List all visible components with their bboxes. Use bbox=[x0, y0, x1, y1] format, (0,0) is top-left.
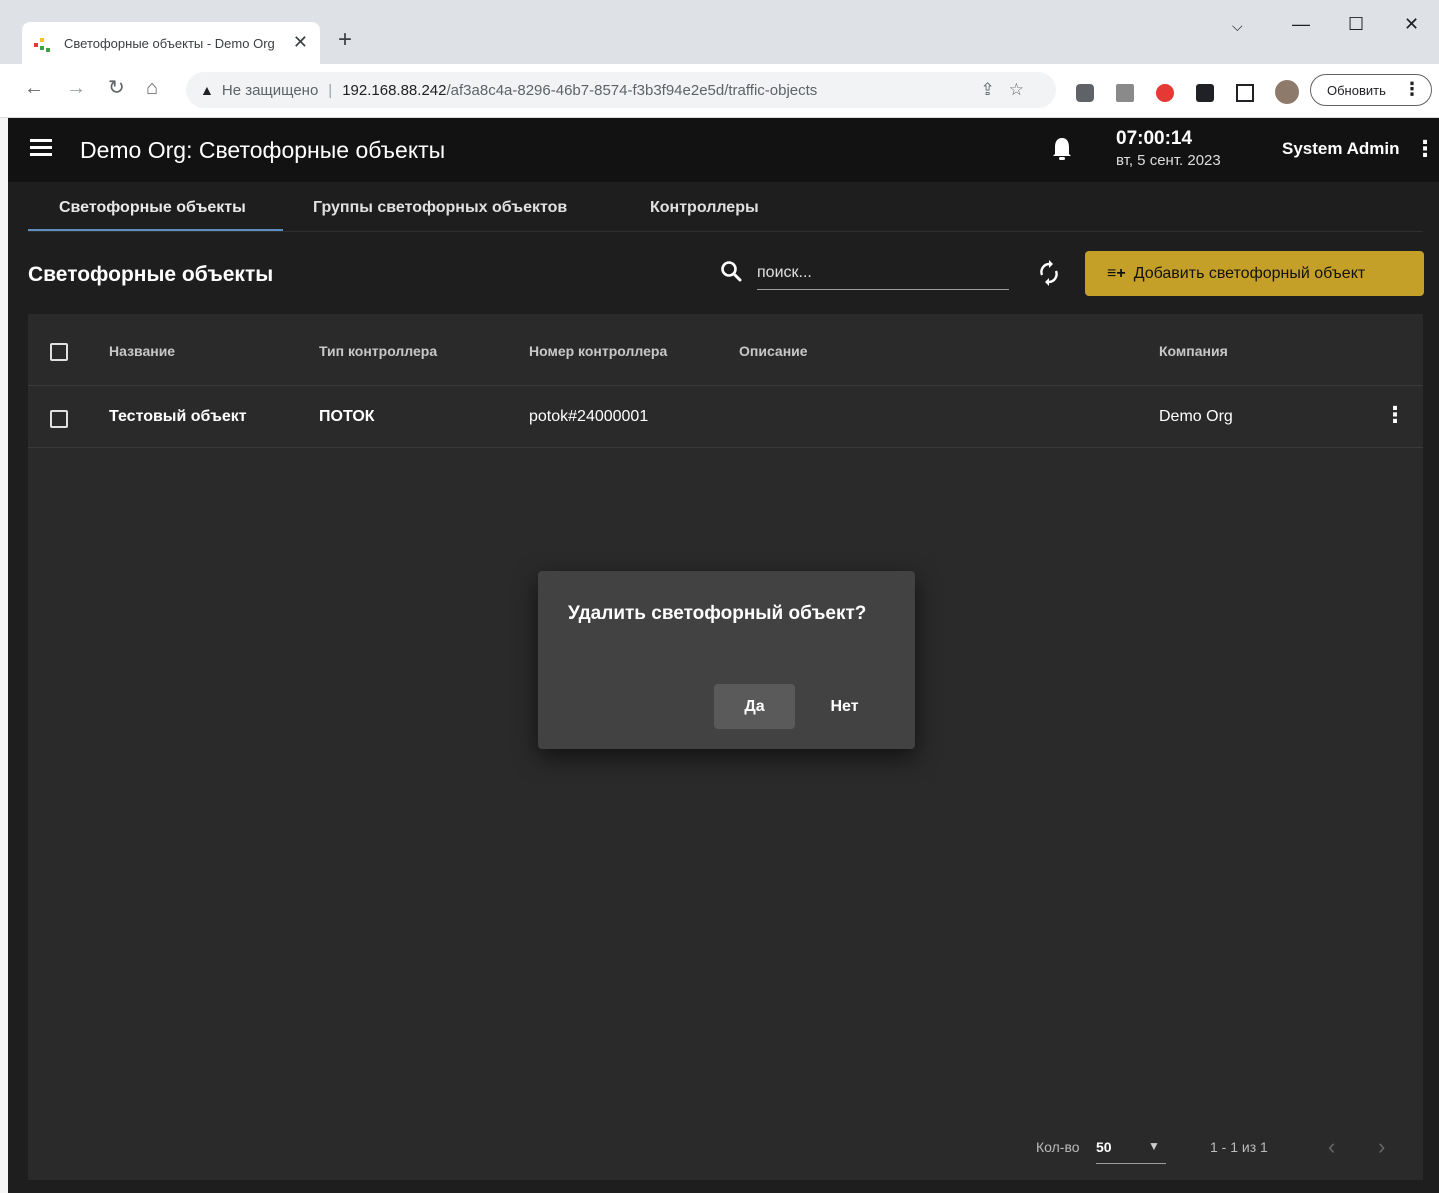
browser-toolbar: ← → ↻ ⌂ ▲ Не защищено | 192.168.88.242 /… bbox=[0, 64, 1439, 118]
update-browser-button[interactable]: Обновить ⋮ bbox=[1310, 74, 1432, 106]
refresh-icon[interactable] bbox=[1038, 260, 1060, 286]
search-icon bbox=[721, 261, 742, 282]
warning-icon: ▲ bbox=[200, 82, 214, 98]
confirm-no-button[interactable]: Нет bbox=[804, 684, 885, 729]
dialog-title: Удалить светофорный объект? bbox=[568, 603, 867, 624]
url-path: /af3a8c4a-8296-46b7-8574-f3b3f94e2e5d/tr… bbox=[446, 81, 818, 99]
app-header: Demo Org: Светофорные объекты 07:00:14 в… bbox=[8, 118, 1439, 182]
minimize-icon[interactable]: — bbox=[1292, 14, 1310, 35]
column-header-controller-type[interactable]: Тип контроллера bbox=[319, 343, 437, 359]
clock-date: вт, 5 сент. 2023 bbox=[1116, 152, 1221, 169]
active-tab-indicator bbox=[28, 229, 283, 231]
cell-controller-number: potok#24000001 bbox=[529, 408, 649, 425]
tab-search-chevron-icon[interactable]: ⌵ bbox=[1232, 18, 1243, 35]
user-menu-icon[interactable]: ⋮ bbox=[1414, 136, 1436, 162]
select-all-checkbox[interactable] bbox=[50, 343, 68, 361]
delete-confirm-dialog: Удалить светофорный объект? Да Нет bbox=[538, 571, 915, 749]
previous-page-icon[interactable]: ‹ bbox=[1328, 1134, 1335, 1160]
column-header-description[interactable]: Описание bbox=[739, 343, 808, 359]
close-tab-icon[interactable]: ✕ bbox=[293, 32, 308, 53]
cell-controller-type: ПОТОК bbox=[319, 408, 375, 425]
share-and-bookmark-icons[interactable]: ⇪☆ bbox=[981, 80, 1038, 100]
cell-name: Тестовый объект bbox=[109, 408, 247, 425]
side-panel-icon[interactable] bbox=[1236, 84, 1254, 102]
browser-menu-icon[interactable]: ⋮ bbox=[1403, 79, 1421, 100]
tab-traffic-objects[interactable]: Светофорные объекты bbox=[59, 199, 246, 217]
maximize-icon[interactable]: ☐ bbox=[1348, 14, 1364, 35]
dropdown-caret-icon: ▼ bbox=[1148, 1139, 1160, 1153]
table-header: Название Тип контроллера Номер контролле… bbox=[28, 314, 1423, 386]
new-tab-icon[interactable]: + bbox=[338, 28, 352, 52]
page-title: Светофорные объекты bbox=[28, 263, 274, 286]
page-size-select[interactable]: 50 ▼ bbox=[1096, 1134, 1166, 1164]
page-size-label: Кол-во bbox=[1036, 1139, 1080, 1155]
next-page-icon[interactable]: › bbox=[1378, 1134, 1385, 1160]
browser-tab[interactable]: Светофорные объекты - Demo Org ✕ bbox=[22, 22, 320, 64]
clock-time: 07:00:14 bbox=[1116, 128, 1193, 149]
address-bar[interactable]: ▲ Не защищено | 192.168.88.242 /af3a8c4a… bbox=[186, 72, 1056, 108]
bell-icon[interactable] bbox=[1052, 136, 1072, 162]
tab-traffic-object-groups[interactable]: Группы светофорных объектов bbox=[313, 199, 567, 217]
confirm-yes-button[interactable]: Да bbox=[714, 684, 795, 729]
extension-x-icon[interactable] bbox=[1156, 84, 1174, 102]
window-left-edge bbox=[0, 118, 8, 1193]
column-header-company[interactable]: Компания bbox=[1159, 343, 1228, 359]
page-range: 1 - 1 из 1 bbox=[1210, 1139, 1268, 1155]
back-icon[interactable]: ← bbox=[24, 78, 44, 98]
extensions-icon[interactable] bbox=[1196, 84, 1214, 102]
add-traffic-object-button[interactable]: ≡+ Добавить светофорный объект bbox=[1085, 251, 1424, 296]
profile-avatar[interactable] bbox=[1275, 80, 1299, 104]
table-row[interactable]: Тестовый объект ПОТОК potok#24000001 Dem… bbox=[28, 386, 1423, 448]
add-button-label: Добавить светофорный объект bbox=[1133, 264, 1366, 282]
home-icon[interactable]: ⌂ bbox=[146, 78, 158, 98]
paginator: Кол-во 50 ▼ 1 - 1 из 1 ‹ › bbox=[1028, 1134, 1423, 1164]
playlist-add-icon: ≡+ bbox=[1107, 264, 1126, 282]
traffic-light-favicon-icon bbox=[34, 34, 52, 52]
row-more-icon[interactable]: ⋮ bbox=[1384, 402, 1406, 428]
column-header-controller-number[interactable]: Номер контроллера bbox=[529, 343, 667, 359]
extension-s-icon[interactable] bbox=[1076, 84, 1094, 102]
section-tabs: Светофорные объекты Группы светофорных о… bbox=[28, 182, 1423, 232]
user-name[interactable]: System Admin bbox=[1282, 139, 1399, 159]
tab-controllers[interactable]: Контроллеры bbox=[650, 199, 759, 217]
app-title: Demo Org: Светофорные объекты bbox=[80, 137, 446, 163]
cell-company: Demo Org bbox=[1159, 408, 1233, 425]
url-host: 192.168.88.242 bbox=[342, 81, 447, 99]
address-separator: | bbox=[328, 81, 333, 99]
menu-icon[interactable] bbox=[30, 139, 52, 157]
reload-icon[interactable]: ↻ bbox=[108, 78, 125, 98]
insecure-label: Не защищено bbox=[221, 81, 319, 99]
row-checkbox[interactable] bbox=[50, 410, 68, 428]
browser-tab-strip: Светофорные объекты - Demo Org ✕ + ⌵ — ☐… bbox=[0, 0, 1439, 64]
search-input[interactable] bbox=[757, 256, 1009, 290]
update-label: Обновить bbox=[1327, 82, 1386, 98]
page-size-value: 50 bbox=[1096, 1139, 1112, 1155]
browser-tab-title: Светофорные объекты - Demo Org bbox=[64, 35, 275, 51]
column-header-name[interactable]: Название bbox=[109, 343, 175, 359]
window-close-icon[interactable]: ✕ bbox=[1404, 14, 1419, 35]
extension-puzzle-red-icon[interactable] bbox=[1116, 84, 1134, 102]
forward-icon[interactable]: → bbox=[66, 78, 86, 98]
